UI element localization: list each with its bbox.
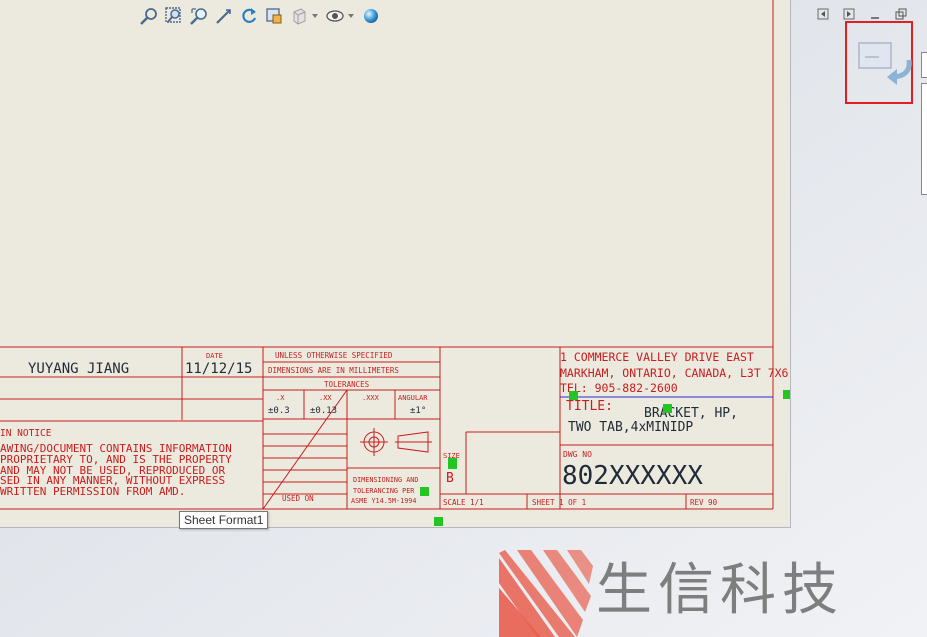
address-line-1: 1 COMMERCE VALLEY DRIVE EAST	[560, 350, 754, 364]
chevron-down-icon[interactable]	[310, 5, 320, 27]
notice-line-5: WRITTEN PERMISSION FROM AMD.	[0, 485, 185, 498]
unless-specified-text: UNLESS OTHERWISE SPECIFIED	[275, 351, 393, 360]
tol-value-x: ±0.3	[268, 406, 290, 416]
view-orientation-icon[interactable]	[263, 5, 285, 27]
zoom-in-out-icon[interactable]	[188, 5, 210, 27]
heads-up-view-toolbar	[138, 4, 385, 28]
address-line-2: MARKHAM, ONTARIO, CANADA, L3T 7X6	[560, 366, 789, 380]
grip-handle[interactable]	[663, 404, 672, 413]
task-pane-tab[interactable]	[921, 52, 927, 78]
grip-handle[interactable]	[420, 487, 429, 496]
date-value: 11/12/15	[185, 361, 252, 377]
sheet-format[interactable]: YUYANG JIANG DATE 11/12/15 IN NOTICE AWI…	[0, 0, 790, 527]
dimensions-mm-text: DIMENSIONS ARE IN MILLIMETERS	[268, 366, 399, 375]
dwg-no-value: 802XXXXXX	[562, 461, 703, 491]
tol-value-angular: ±1°	[410, 406, 426, 416]
notice-header: IN NOTICE	[0, 428, 52, 439]
tol-header-x: .X	[276, 394, 285, 402]
edit-sheet-back-icon[interactable]	[857, 40, 915, 86]
size-value: B	[446, 471, 454, 486]
tolerances-label: TOLERANCES	[324, 380, 370, 389]
dim-tol-line-2: TOLERANCING PER	[353, 487, 415, 495]
scroll-left-icon[interactable]	[815, 6, 831, 22]
scroll-right-icon[interactable]	[841, 6, 857, 22]
rotate-icon[interactable]	[238, 5, 260, 27]
tol-header-angular: ANGULAR	[398, 394, 428, 402]
chevron-down-icon[interactable]	[346, 5, 356, 27]
restore-icon[interactable]	[893, 6, 909, 22]
date-label: DATE	[206, 352, 223, 360]
third-angle-projection-icon	[360, 428, 432, 456]
scale-text: SCALE 1/1	[443, 498, 484, 507]
zoom-area-icon[interactable]	[163, 5, 185, 27]
drawing-sheet[interactable]: YUYANG JIANG DATE 11/12/15 IN NOTICE AWI…	[0, 0, 791, 528]
appearance-icon[interactable]	[360, 5, 382, 27]
grip-handle[interactable]	[783, 390, 790, 399]
dwg-no-label: DWG NO	[563, 450, 592, 459]
title-label: TITLE:	[566, 399, 613, 414]
title-line-1: BRACKET, HP,	[644, 406, 738, 421]
dim-tol-line-3: ASME Y14.5M-1994	[351, 497, 416, 505]
minimize-icon[interactable]	[867, 6, 883, 22]
grip-handle[interactable]	[434, 517, 443, 526]
dim-tol-line-1: DIMENSIONING AND	[353, 476, 418, 484]
tol-value-xx: ±0.13	[310, 406, 337, 416]
tooltip: Sheet Format1	[179, 511, 269, 529]
size-grip-handle[interactable]	[448, 458, 457, 469]
title-line-2: TWO TAB,4xMINIDP	[568, 420, 693, 435]
tol-header-xx: .XX	[319, 394, 332, 402]
hide-show-icon[interactable]	[324, 5, 346, 27]
display-style-icon[interactable]	[288, 5, 310, 27]
task-pane-tab[interactable]	[921, 83, 927, 195]
tol-header-xxx: .XXX	[362, 394, 380, 402]
watermark-text: 生信科技	[596, 558, 844, 623]
sheet-number-text: SHEET 1 OF 1	[532, 498, 586, 507]
zoom-to-fit-icon[interactable]	[138, 5, 160, 27]
drawn-by-name: YUYANG JIANG	[28, 361, 129, 377]
used-on-label: USED ON	[282, 494, 314, 503]
revision-text: REV 90	[690, 498, 718, 507]
select-icon[interactable]	[213, 5, 235, 27]
window-controls	[815, 6, 919, 22]
grip-handle[interactable]	[569, 391, 578, 400]
